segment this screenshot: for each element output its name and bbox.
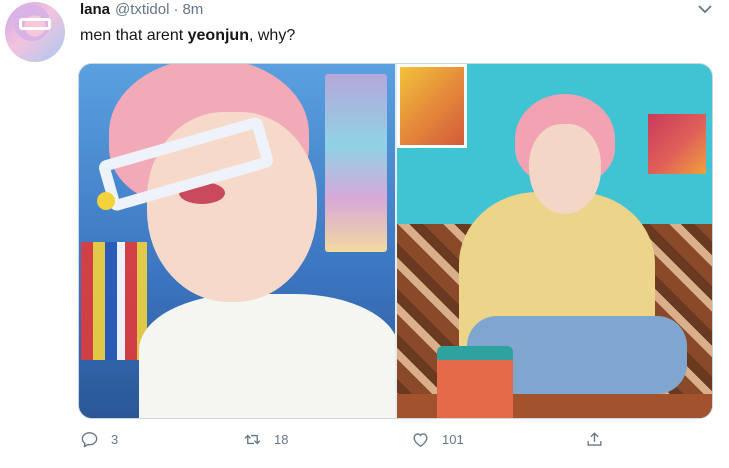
wall-art (81, 242, 147, 360)
reply-icon (81, 432, 98, 448)
author-name[interactable]: lana (80, 1, 110, 18)
photo-right[interactable] (397, 64, 712, 418)
tweet-actions: 3 18 101 (78, 430, 713, 458)
retweet-icon (244, 434, 261, 445)
picture-frame (397, 64, 467, 148)
timestamp[interactable]: 8m (182, 1, 203, 18)
shirt (139, 294, 395, 418)
poster (325, 74, 387, 252)
tweet-text-end: , why? (248, 27, 296, 44)
retweet-button[interactable]: 18 (243, 430, 288, 449)
like-button[interactable]: 101 (411, 430, 464, 449)
reply-button[interactable]: 3 (80, 430, 118, 449)
avatar[interactable] (5, 2, 65, 62)
tweet-text-start: men that arent (80, 27, 188, 44)
photo-left[interactable] (79, 64, 395, 418)
share-icon (587, 432, 602, 446)
author-handle[interactable]: @txtidol (115, 1, 169, 18)
tweet[interactable]: lana @txtidol · 8m men that arent yeonju… (0, 0, 729, 468)
reply-count: 3 (111, 432, 119, 447)
chevron-down-icon[interactable] (698, 4, 712, 14)
cup (437, 346, 513, 418)
avatar-glasses (19, 18, 51, 30)
media-grid (78, 63, 713, 419)
heart-icon (413, 433, 428, 447)
retweet-count: 18 (274, 432, 289, 447)
poster (648, 114, 706, 174)
smiley-sticker (97, 192, 115, 210)
separator-dot: · (173, 1, 179, 18)
face (529, 124, 601, 214)
tweet-header: lana @txtidol · 8m (80, 1, 203, 21)
tweet-text: men that arent yeonjun, why? (80, 27, 295, 45)
tweet-text-bold: yeonjun (187, 27, 249, 44)
like-count: 101 (442, 432, 464, 447)
share-button[interactable] (585, 430, 604, 449)
